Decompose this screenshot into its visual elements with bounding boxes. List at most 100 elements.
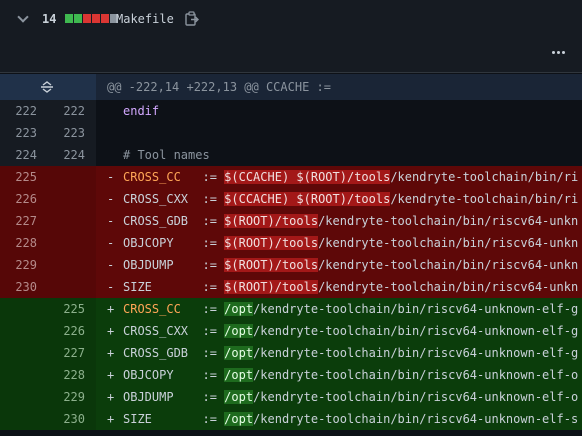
code-line: - CROSS_CC := $(CCACHE) $(ROOT)/tools/ken…	[96, 166, 582, 188]
code-rest: /kendryte-toolchain/bin/riscv64-unknown-…	[253, 346, 579, 360]
code-line: + CROSS_GDB := /opt/kendryte-toolchain/bi…	[96, 342, 582, 364]
old-line-number[interactable]	[0, 342, 48, 364]
diffstat-square	[101, 14, 109, 23]
kebab-horizontal-icon[interactable]	[548, 45, 568, 59]
deleted-row: 226 - CROSS_CXX := $(CCACHE) $(ROOT)/tools…	[0, 188, 582, 210]
code-line: endif	[96, 100, 582, 122]
new-line-number[interactable]: 225	[48, 298, 96, 320]
code-line: + OBJDUMP := /opt/kendryte-toolchain/bin/…	[96, 386, 582, 408]
old-line-number[interactable]: 222	[0, 100, 48, 122]
diff-table: @@ -222,14 +222,13 @@ CCACHE := 222 222 e…	[0, 74, 582, 430]
old-line-number[interactable]	[0, 408, 48, 430]
diff-marker	[107, 122, 123, 144]
old-line-number[interactable]: 227	[0, 210, 48, 232]
added-row: 226 + CROSS_CXX := /opt/kendryte-toolchain…	[0, 320, 582, 342]
unfold-icon[interactable]	[40, 81, 54, 93]
assign-operator: :=	[188, 214, 225, 228]
hunk-header: @@ -222,14 +222,13 @@ CCACHE :=	[107, 80, 331, 94]
assign-operator: :=	[188, 324, 225, 338]
code-rest: /kendryte-toolchain/bin/ri	[390, 170, 579, 184]
code-rest: /kendryte-toolchain/bin/riscv64-unknown-…	[253, 302, 579, 316]
code-rest: /kendryte-toolchain/bin/riscv64-unknown-…	[253, 368, 579, 382]
diff-marker: +	[107, 324, 115, 338]
new-line-number[interactable]: 226	[48, 320, 96, 342]
added-row: 228 + OBJCOPY := /opt/kendryte-toolchain/b…	[0, 364, 582, 386]
variable-name: OBJCOPY	[123, 236, 189, 250]
code-line: - OBJCOPY := $(ROOT)/tools/kendryte-toolc…	[96, 232, 582, 254]
assign-operator: :=	[188, 390, 225, 404]
diffstat-square	[92, 14, 100, 23]
code-rest: /kendryte-toolchain/bin/ri	[390, 192, 579, 206]
old-line-number[interactable]	[0, 320, 48, 342]
diff-marker: -	[107, 192, 115, 206]
chevron-down-icon[interactable]	[17, 11, 31, 25]
assign-operator: :=	[188, 192, 225, 206]
code-rest: /kendryte-toolchain/bin/riscv64-unknown-…	[253, 412, 579, 426]
new-line-number[interactable]	[48, 276, 96, 298]
assign-operator: :=	[188, 302, 225, 316]
old-line-number[interactable]	[0, 364, 48, 386]
variable-name: CROSS_CXX	[123, 324, 189, 338]
variable-name: CROSS_CC	[123, 170, 189, 184]
file-name-link[interactable]: Makefile	[116, 11, 174, 27]
new-line-number[interactable]	[48, 232, 96, 254]
assign-operator: :=	[188, 412, 225, 426]
old-line-number[interactable]: 225	[0, 166, 48, 188]
diff-marker: +	[107, 390, 115, 404]
new-line-number[interactable]: 229	[48, 386, 96, 408]
added-row: 225 + CROSS_CC := /opt/kendryte-toolchain/…	[0, 298, 582, 320]
diffstat-square	[65, 14, 73, 23]
deleted-row: 230 - SIZE := $(ROOT)/tools/kendryte-toolc…	[0, 276, 582, 298]
added-row: 229 + OBJDUMP := /opt/kendryte-toolchain/b…	[0, 386, 582, 408]
code-line: - CROSS_GDB := $(ROOT)/tools/kendryte-too…	[96, 210, 582, 232]
old-line-number[interactable]: 230	[0, 276, 48, 298]
diff-marker: -	[107, 280, 115, 294]
assign-operator: :=	[188, 346, 225, 360]
old-line-number[interactable]: 228	[0, 232, 48, 254]
changed-segment: /opt	[224, 368, 254, 382]
deleted-row: 227 - CROSS_GDB := $(ROOT)/tools/kendryte-…	[0, 210, 582, 232]
old-line-number[interactable]: 224	[0, 144, 48, 166]
copy-icon[interactable]	[184, 11, 200, 27]
changed-segment: /opt	[224, 390, 254, 404]
variable-name: CROSS_GDB	[123, 346, 189, 360]
new-line-number[interactable]	[48, 210, 96, 232]
new-line-number[interactable]: 223	[48, 122, 96, 144]
context-row: 222 222 endif	[0, 100, 582, 122]
new-line-number[interactable]	[48, 166, 96, 188]
new-line-number[interactable]	[48, 188, 96, 210]
variable-name: CROSS_GDB	[123, 214, 189, 228]
changed-segment: $(ROOT)/tools	[224, 280, 319, 294]
diff-marker: +	[107, 368, 115, 382]
code-line	[96, 122, 582, 144]
old-line-number[interactable]	[0, 298, 48, 320]
hunk-header-row: @@ -222,14 +222,13 @@ CCACHE :=	[0, 74, 582, 100]
old-line-number[interactable]: 229	[0, 254, 48, 276]
diff-marker	[107, 100, 123, 122]
variable-name: OBJDUMP	[123, 258, 189, 272]
changed-segment: $(ROOT)/tools	[224, 236, 319, 250]
assign-operator: :=	[188, 258, 225, 272]
code-rest: /kendryte-toolchain/bin/riscv64-unkn	[318, 236, 579, 250]
diff-marker: +	[107, 412, 115, 426]
changed-segment: $(ROOT)/tools	[224, 214, 319, 228]
code-rest: /kendryte-toolchain/bin/riscv64-unknown-…	[253, 324, 579, 338]
added-row: 227 + CROSS_GDB := /opt/kendryte-toolchain…	[0, 342, 582, 364]
code-line: # Tool names	[96, 144, 582, 166]
new-line-number[interactable]: 224	[48, 144, 96, 166]
assign-operator: :=	[188, 280, 225, 294]
variable-name: CROSS_CC	[123, 302, 189, 316]
new-line-number[interactable]	[48, 254, 96, 276]
diff-marker: -	[107, 214, 115, 228]
old-line-number[interactable]	[0, 386, 48, 408]
old-line-number[interactable]: 226	[0, 188, 48, 210]
old-line-number[interactable]: 223	[0, 122, 48, 144]
new-line-number[interactable]: 230	[48, 408, 96, 430]
assign-operator: :=	[188, 170, 225, 184]
assign-operator: :=	[188, 236, 225, 250]
new-line-number[interactable]: 228	[48, 364, 96, 386]
new-line-number[interactable]: 227	[48, 342, 96, 364]
code-line: + CROSS_CC := /opt/kendryte-toolchain/bin…	[96, 298, 582, 320]
code-rest: /kendryte-toolchain/bin/riscv64-unkn	[318, 214, 579, 228]
new-line-number[interactable]: 222	[48, 100, 96, 122]
